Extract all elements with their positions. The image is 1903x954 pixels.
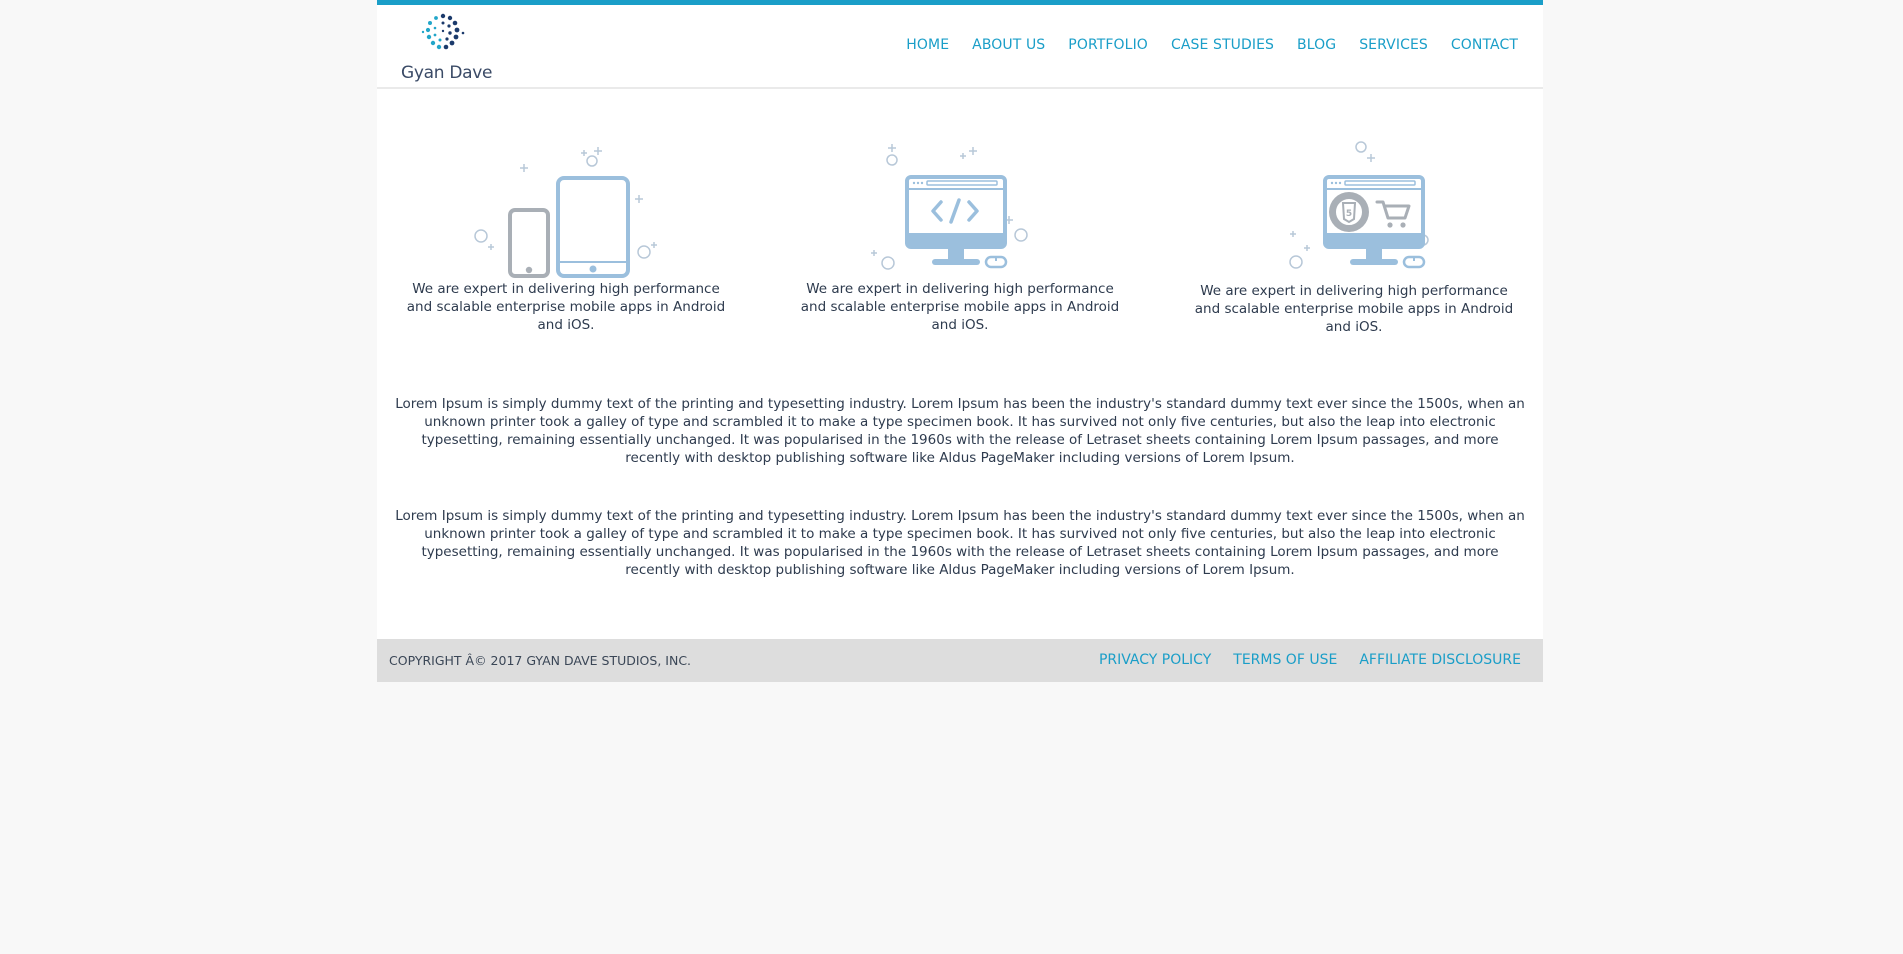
svg-text:5: 5 — [1346, 209, 1352, 219]
feature-description: We are expert in delivering high perform… — [800, 281, 1120, 333]
desktop-ecommerce-icon: 5 — [1289, 141, 1429, 269]
nav-item-about-us[interactable]: ABOUT US — [972, 37, 1045, 53]
feature-icon-wrapper: 5 — [1189, 140, 1519, 280]
desktop-code-icon — [871, 144, 1028, 270]
features-section: We are expert in delivering high perform… — [377, 140, 1543, 350]
site-header: Gyan Dave HOME ABOUT US PORTFOLIO CASE S… — [377, 5, 1543, 89]
footer-links: PRIVACY POLICY TERMS OF USE AFFILIATE DI… — [1099, 652, 1521, 668]
page-container: Gyan Dave HOME ABOUT US PORTFOLIO CASE S… — [377, 0, 1543, 682]
nav-item-home[interactable]: HOME — [906, 37, 949, 53]
nav-item-contact[interactable]: CONTACT — [1451, 37, 1518, 53]
footer-link-affiliate-disclosure[interactable]: AFFILIATE DISCLOSURE — [1359, 652, 1521, 668]
copyright-text: COPYRIGHT Â© 2017 GYAN DAVE STUDIOS, INC… — [389, 653, 692, 668]
intro-paragraph-2: Lorem Ipsum is simply dummy text of the … — [395, 508, 1525, 578]
site-logo[interactable]: Gyan Dave — [401, 12, 493, 83]
dotted-circle-logo-icon — [421, 13, 465, 50]
nav-item-blog[interactable]: BLOG — [1297, 37, 1336, 53]
footer-link-terms-of-use[interactable]: TERMS OF USE — [1233, 652, 1337, 668]
feature-icon-wrapper — [795, 140, 1125, 280]
main-nav: HOME ABOUT US PORTFOLIO CASE STUDIES BLO… — [906, 37, 1518, 53]
feature-card-ecommerce: 5 We are expert in delivering high perfo… — [1189, 140, 1519, 336]
feature-card-web: We are expert in delivering high perform… — [795, 140, 1125, 334]
feature-card-mobile: We are expert in delivering high perform… — [401, 140, 731, 334]
intro-paragraph-1: Lorem Ipsum is simply dummy text of the … — [395, 396, 1525, 466]
feature-icon-wrapper — [401, 140, 731, 280]
feature-description: We are expert in delivering high perform… — [1194, 283, 1514, 335]
feature-description: We are expert in delivering high perform… — [406, 281, 726, 333]
nav-item-case-studies[interactable]: CASE STUDIES — [1171, 37, 1274, 53]
nav-item-portfolio[interactable]: PORTFOLIO — [1068, 37, 1148, 53]
nav-item-services[interactable]: SERVICES — [1359, 37, 1428, 53]
site-footer: COPYRIGHT Â© 2017 GYAN DAVE STUDIOS, INC… — [377, 639, 1543, 682]
brand-name: Gyan Dave — [401, 63, 493, 83]
mobile-tablet-icon — [474, 147, 657, 278]
footer-link-privacy-policy[interactable]: PRIVACY POLICY — [1099, 652, 1211, 668]
